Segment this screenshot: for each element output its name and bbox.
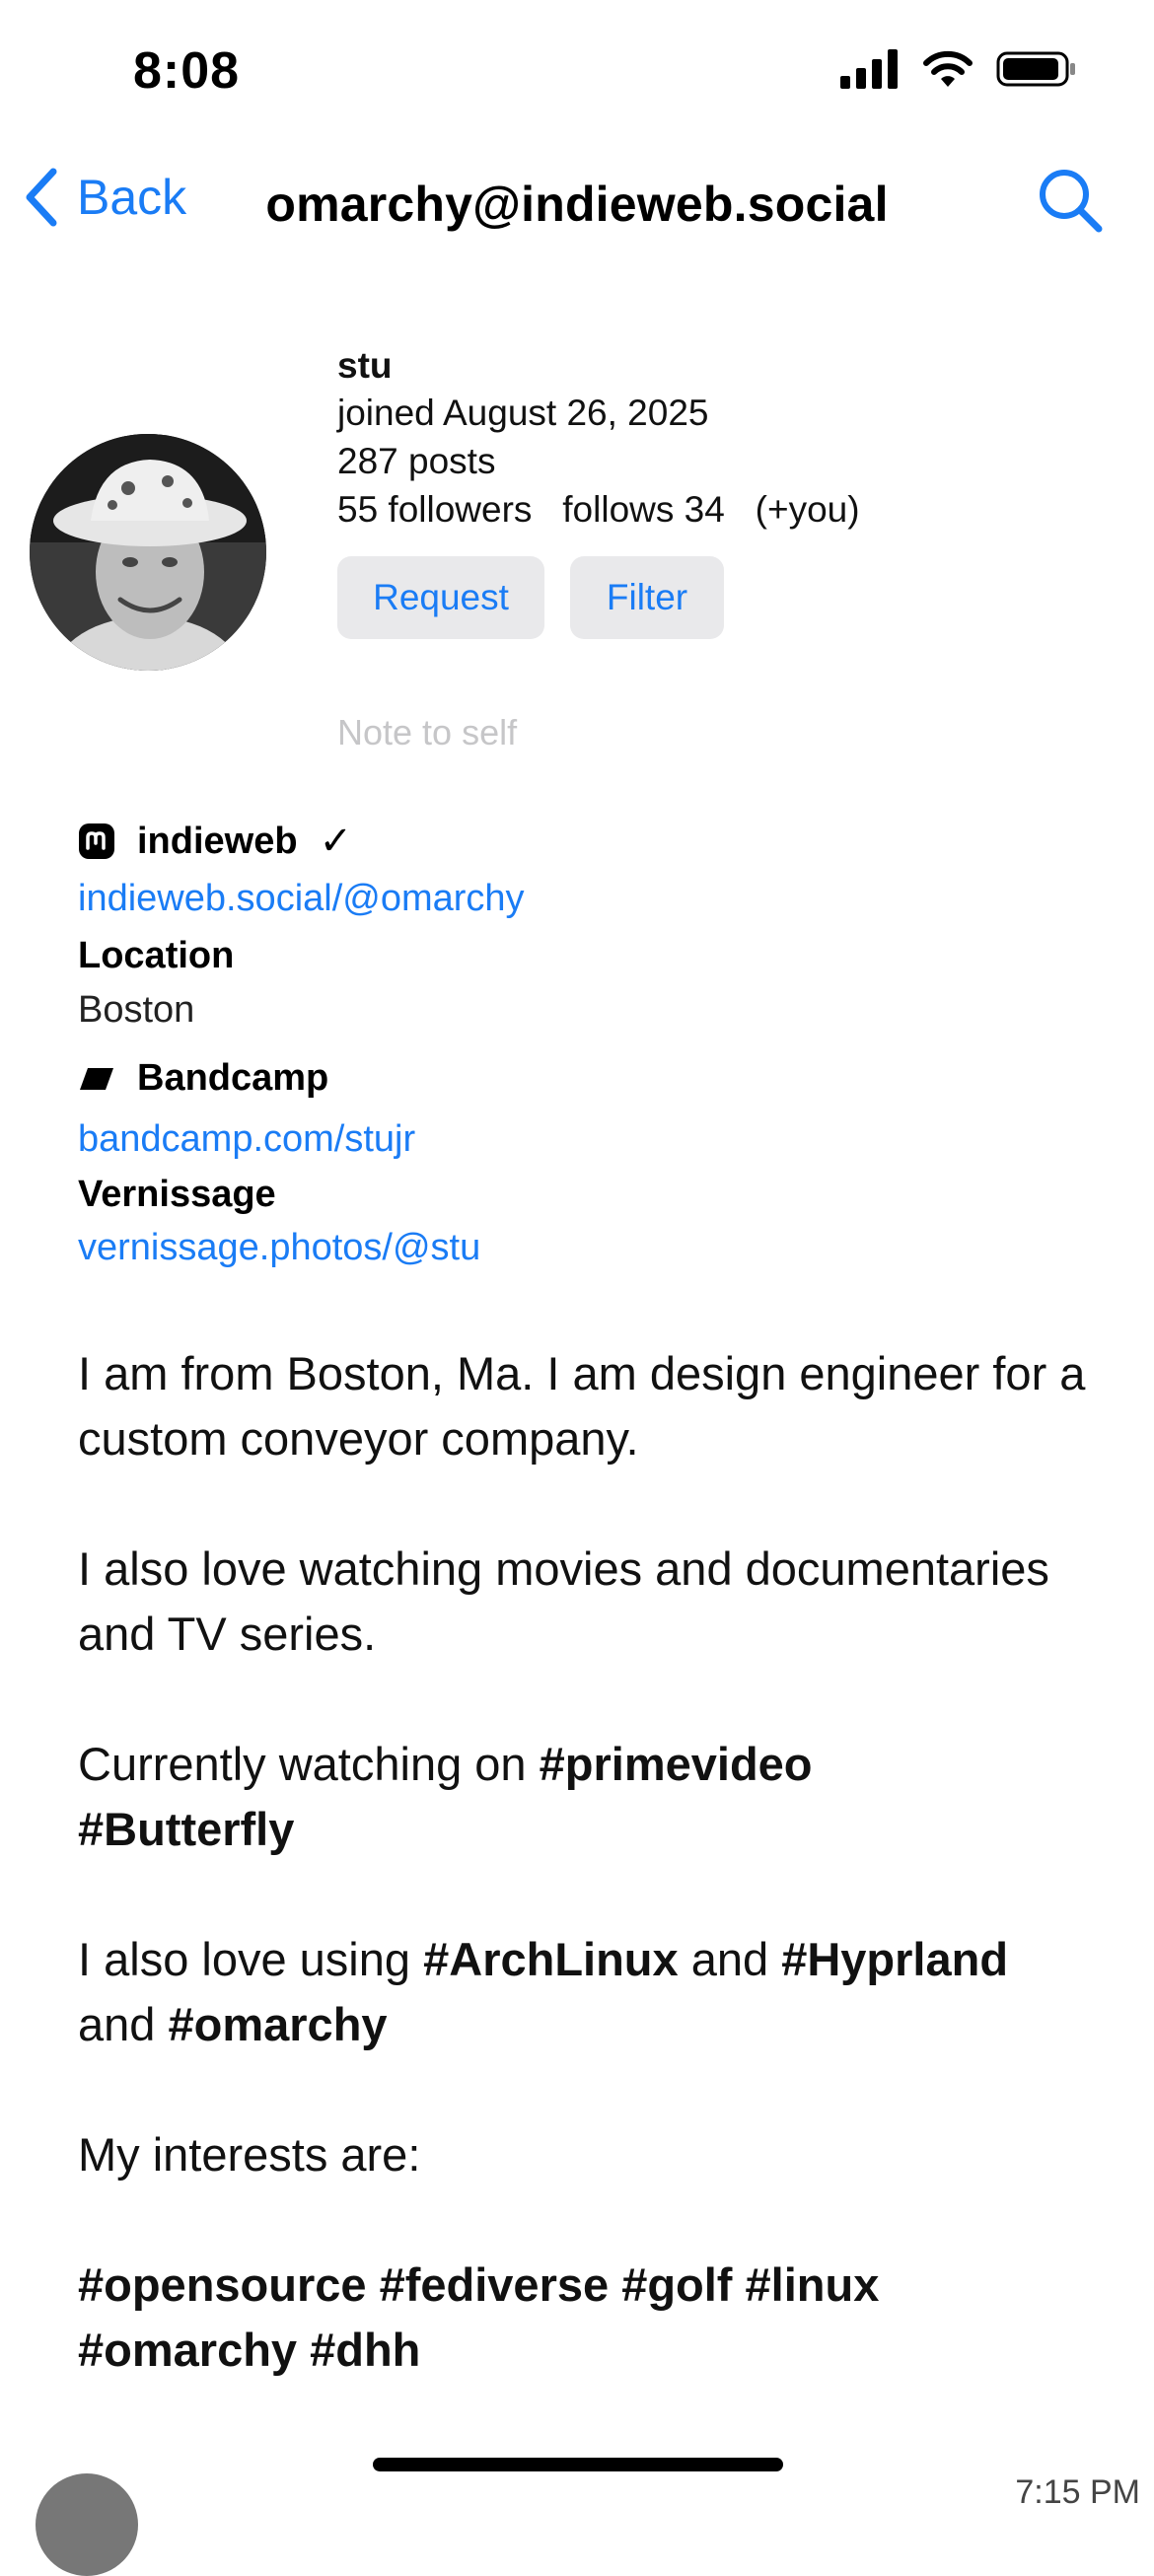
- profile-follow-stats: 55 followers follows 34 (+you): [337, 489, 860, 531]
- bio-paragraph-4: I also love using #ArchLinux and #Hyprla…: [78, 1933, 1009, 2050]
- field-vernissage-label: Vernissage: [78, 1174, 276, 1215]
- bio-paragraph-3: Currently watching on #primevideo #Butte…: [78, 1738, 813, 1855]
- note-to-self-field[interactable]: Note to self: [337, 712, 517, 753]
- cellular-signal-icon: [840, 49, 898, 89]
- hashtag-link[interactable]: #ArchLinux: [423, 1933, 679, 1985]
- bio-paragraph-1: I am from Boston, Ma. I am design engine…: [78, 1347, 1086, 1465]
- bandcamp-icon: [80, 1067, 113, 1090]
- field-indieweb: indieweb ✓: [78, 819, 352, 864]
- hashtag-line[interactable]: #opensource #fediverse #golf #linux: [78, 2258, 879, 2311]
- hashtag-link[interactable]: #primevideo: [540, 1738, 813, 1790]
- battery-icon: [996, 51, 1075, 87]
- followers-count[interactable]: 55 followers: [337, 489, 532, 530]
- bio-paragraph-2: I also love watching movies and document…: [78, 1542, 1049, 1660]
- filter-button[interactable]: Filter: [570, 556, 724, 639]
- bio-paragraph-5: My interests are:: [78, 2128, 421, 2181]
- field-indieweb-link[interactable]: indieweb.social/@omarchy: [78, 878, 525, 920]
- field-vernissage-link[interactable]: vernissage.photos/@stu: [78, 1227, 480, 1269]
- field-bandcamp-label: Bandcamp: [137, 1057, 329, 1099]
- status-icons: [840, 49, 1077, 89]
- hashtag-link[interactable]: #omarchy: [168, 1998, 387, 2050]
- avatar-image: [30, 434, 266, 671]
- wifi-icon: [923, 50, 973, 87]
- status-time: 8:08: [133, 42, 241, 100]
- post-timestamp: 7:15 PM: [1015, 2473, 1140, 2511]
- verified-check-icon: ✓: [319, 820, 353, 863]
- hashtag-line[interactable]: #omarchy #dhh: [78, 2324, 420, 2376]
- profile-posts[interactable]: 287 posts: [337, 441, 495, 482]
- search-icon: [1040, 170, 1103, 233]
- hashtag-link[interactable]: #Butterfly: [78, 1803, 294, 1855]
- field-bandcamp: Bandcamp: [78, 1057, 328, 1100]
- mastodon-icon: [79, 823, 114, 859]
- page-title: omarchy@indieweb.social: [265, 177, 889, 232]
- follows-count[interactable]: follows 34: [562, 489, 725, 530]
- field-location-label: Location: [78, 935, 235, 976]
- request-button[interactable]: Request: [337, 556, 544, 639]
- search-button[interactable]: [1038, 168, 1103, 238]
- field-location-value: Boston: [78, 989, 195, 1031]
- profile-name: stu: [337, 345, 393, 386]
- home-indicator[interactable]: [373, 2458, 783, 2471]
- field-indieweb-label: indieweb: [137, 820, 298, 862]
- profile-joined: joined August 26, 2025: [337, 393, 709, 433]
- bio-hashtags: #opensource #fediverse #golf #linux #oma…: [78, 2253, 1104, 2383]
- avatar[interactable]: [30, 434, 266, 671]
- field-bandcamp-link[interactable]: bandcamp.com/stujr: [78, 1118, 415, 1161]
- hashtag-link[interactable]: #Hyprland: [781, 1933, 1008, 1985]
- follows-you-indicator: (+you): [755, 489, 860, 530]
- post-avatar[interactable]: [36, 2473, 138, 2576]
